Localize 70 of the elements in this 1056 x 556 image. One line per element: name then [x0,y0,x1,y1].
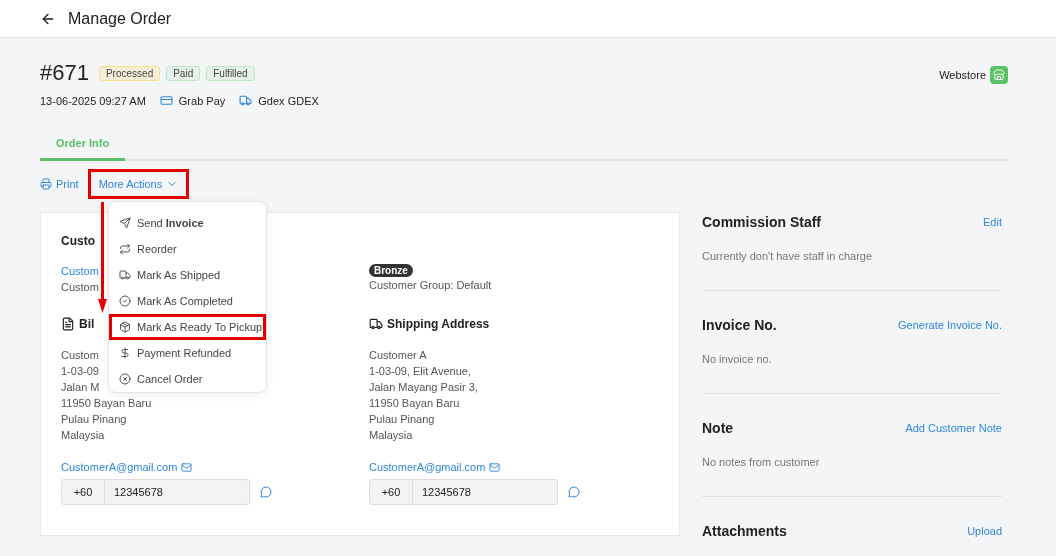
address-line: 1-03-09, Elit Avenue, [369,364,471,379]
print-button[interactable]: Print [40,172,87,196]
x-circle-icon [119,373,131,385]
section-title: Note [702,420,734,436]
address-line: Customer A [369,348,427,363]
status-badge: Fulfilled [206,65,255,81]
send-icon [119,217,131,229]
section-text: No invoice no. [702,353,772,365]
status-badge: Processed [98,65,161,81]
section-text: Currently don't have staff in charge [702,250,873,262]
section-heading: Custo [61,234,95,248]
address-line: Jalan Mayang Pasir 3, [369,380,478,395]
repeat-icon [119,243,131,255]
tier-badge: Bronze [369,264,413,277]
menu-item[interactable]: Mark As Completed [109,288,266,314]
document-icon [61,317,75,331]
chat-icon[interactable] [568,486,580,498]
address-line: Malaysia [61,428,105,443]
package-icon [119,321,131,333]
customer-detail: Custom [61,280,99,295]
truck-icon [239,94,253,107]
mail-icon [181,461,193,473]
menu-item[interactable]: Send Invoice [109,210,266,236]
printer-icon [40,178,52,190]
address-line: 11950 Bayan Baru [61,396,152,411]
address-line: Jalan M [61,380,100,395]
order-number: #671 [40,60,89,86]
check-circle-icon [119,295,131,307]
card-icon [159,94,173,107]
section-title: Commission Staff [702,214,821,230]
payment-method: Grab Pay [178,94,226,107]
status-badge: Paid [166,65,201,81]
store-icon [990,66,1008,84]
tab[interactable]: Order Info [40,127,126,161]
section-text: No notes from customer [702,456,820,468]
section-action-link[interactable]: Add Customer Note [905,422,1002,434]
section-title: Invoice No. [702,317,777,333]
email-link[interactable]: CustomerA@gmail.com [61,459,193,475]
section-title: Attachments [702,523,787,539]
address-line: Malaysia [369,428,413,443]
email-link[interactable]: CustomerA@gmail.com [369,459,501,475]
menu-item[interactable]: Cancel Order [109,366,266,392]
section-action-link[interactable]: Edit [983,216,1002,228]
menu-item[interactable]: Reorder [109,236,266,262]
address-line: Custom [61,348,99,363]
phone-field[interactable]: +60 12345678 [61,479,250,505]
address-heading: Shipping Address [387,317,490,331]
page-title: Manage Order [68,9,172,28]
sales-channel: Webstore [939,69,986,81]
shipping-method: Gdex GDEX [258,94,319,107]
customer-link[interactable]: Custom [61,263,99,279]
section-action-link[interactable]: Upload [967,525,1002,537]
more-actions-button[interactable]: More Actions [90,172,187,196]
menu-item[interactable]: Payment Refunded [109,340,266,366]
address-line: 11950 Bayan Baru [369,396,460,411]
address-line: 1-03-09 [61,364,99,379]
section-action-link[interactable]: Generate Invoice No. [898,319,1002,331]
truck-icon [119,269,131,281]
menu-item[interactable]: Mark As Shipped [109,262,266,288]
dollar-icon [119,347,131,359]
menu-item[interactable]: Mark As Ready To Pickup [109,314,266,340]
chat-icon[interactable] [260,486,272,498]
address-line: Pulau Pinang [61,412,127,427]
truck-icon [369,317,383,331]
phone-field[interactable]: +60 12345678 [369,479,558,505]
mail-icon [489,461,501,473]
address-heading: Bil [79,317,95,331]
order-date: 13-06-2025 09:27 AM [40,94,146,107]
customer-group: Customer Group: Default [369,277,492,293]
address-line: Pulau Pinang [369,412,435,427]
